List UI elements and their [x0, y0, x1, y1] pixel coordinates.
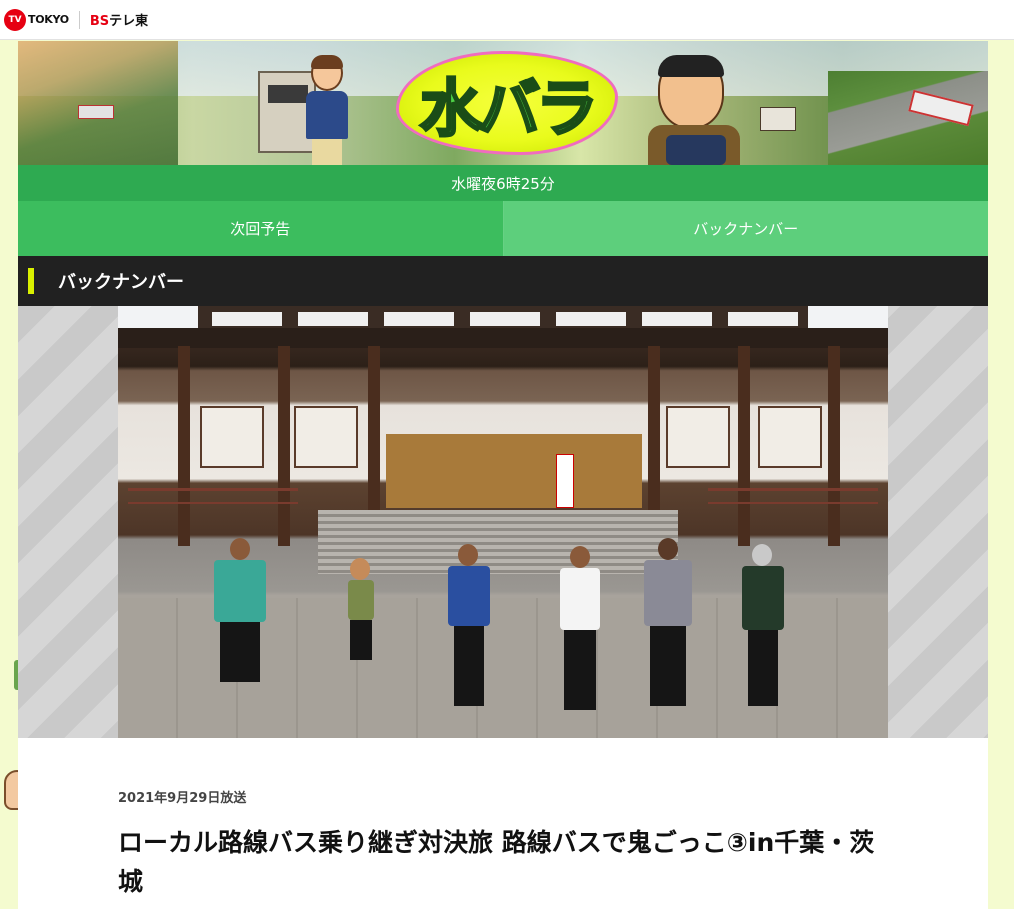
tab-next-episode-label: 次回予告 — [230, 220, 291, 238]
bs-logo-prefix: BS — [89, 14, 110, 29]
photo-person — [206, 538, 276, 718]
photo-person — [556, 546, 604, 716]
photo-pillar — [178, 346, 190, 546]
program-logo: 水バラ — [396, 45, 618, 161]
episode-photo-area — [18, 306, 988, 738]
tv-tokyo-mark-icon: TV — [4, 8, 26, 31]
header-divider — [78, 10, 80, 29]
photo-railing — [128, 488, 298, 504]
photo-person — [640, 538, 696, 716]
tv-tokyo-logo[interactable]: TV TOKYO — [4, 6, 69, 34]
photo-hanging-sign — [556, 454, 574, 508]
photo-wall-panel — [294, 406, 358, 468]
photo-wall-panel — [758, 406, 822, 468]
photo-temple-doorway — [386, 434, 642, 508]
photo-pillar — [828, 346, 840, 546]
airtime-bar: 水曜夜6時25分 — [18, 165, 988, 201]
banner-bus-icon — [78, 105, 114, 119]
site-header: TV TOKYO BSテレ東 — [0, 0, 1014, 40]
banner-autumn-scene — [18, 41, 178, 165]
photo-pillar — [738, 346, 750, 546]
section-header: バックナンバー — [18, 256, 988, 306]
photo-railing — [708, 488, 878, 504]
photo-person — [738, 544, 788, 716]
airtime-text: 水曜夜6時25分 — [451, 174, 555, 193]
section-title: バックナンバー — [58, 272, 184, 293]
banner-bus-icon — [760, 107, 796, 131]
section-accent-bar — [28, 268, 34, 294]
photo-temple-roof — [118, 328, 888, 348]
program-banner[interactable]: 水バラ — [18, 41, 988, 165]
episode-air-date: 2021年9月29日放送 — [118, 791, 247, 806]
photo-person — [444, 544, 494, 716]
tab-next-episode[interactable]: 次回予告 — [18, 201, 504, 256]
photo-wall-panel — [200, 406, 264, 468]
banner-host-character-left — [302, 55, 352, 165]
bs-tvtokyo-logo[interactable]: BSテレ東 — [90, 10, 148, 29]
episode-photo[interactable] — [118, 306, 888, 738]
photo-person — [340, 558, 380, 718]
main-column: 水バラ 水曜夜6時25分 次回予告 バックナンバー バックナンバー 2021年9… — [18, 41, 988, 909]
tab-back-numbers[interactable]: バックナンバー — [503, 201, 988, 256]
photo-wall-panel — [666, 406, 730, 468]
bs-logo-suffix: テレ東 — [109, 14, 149, 29]
episode-article: 2021年9月29日放送 ローカル路線バス乗り継ぎ対決旅 路線バスで鬼ごっこ③i… — [18, 739, 988, 909]
tv-tokyo-wordmark: TOKYO — [28, 13, 69, 26]
right-margin-background — [988, 41, 1014, 909]
episode-title: ローカル路線バス乗り継ぎ対決旅 路線バスで鬼ごっこ③in千葉・茨城 — [118, 828, 875, 896]
banner-host-character-right — [644, 55, 748, 165]
program-nav: 次回予告 バックナンバー — [18, 201, 988, 256]
tab-back-numbers-label: バックナンバー — [693, 220, 799, 238]
program-logo-text: 水バラ — [418, 71, 599, 147]
photo-pillar — [278, 346, 290, 546]
